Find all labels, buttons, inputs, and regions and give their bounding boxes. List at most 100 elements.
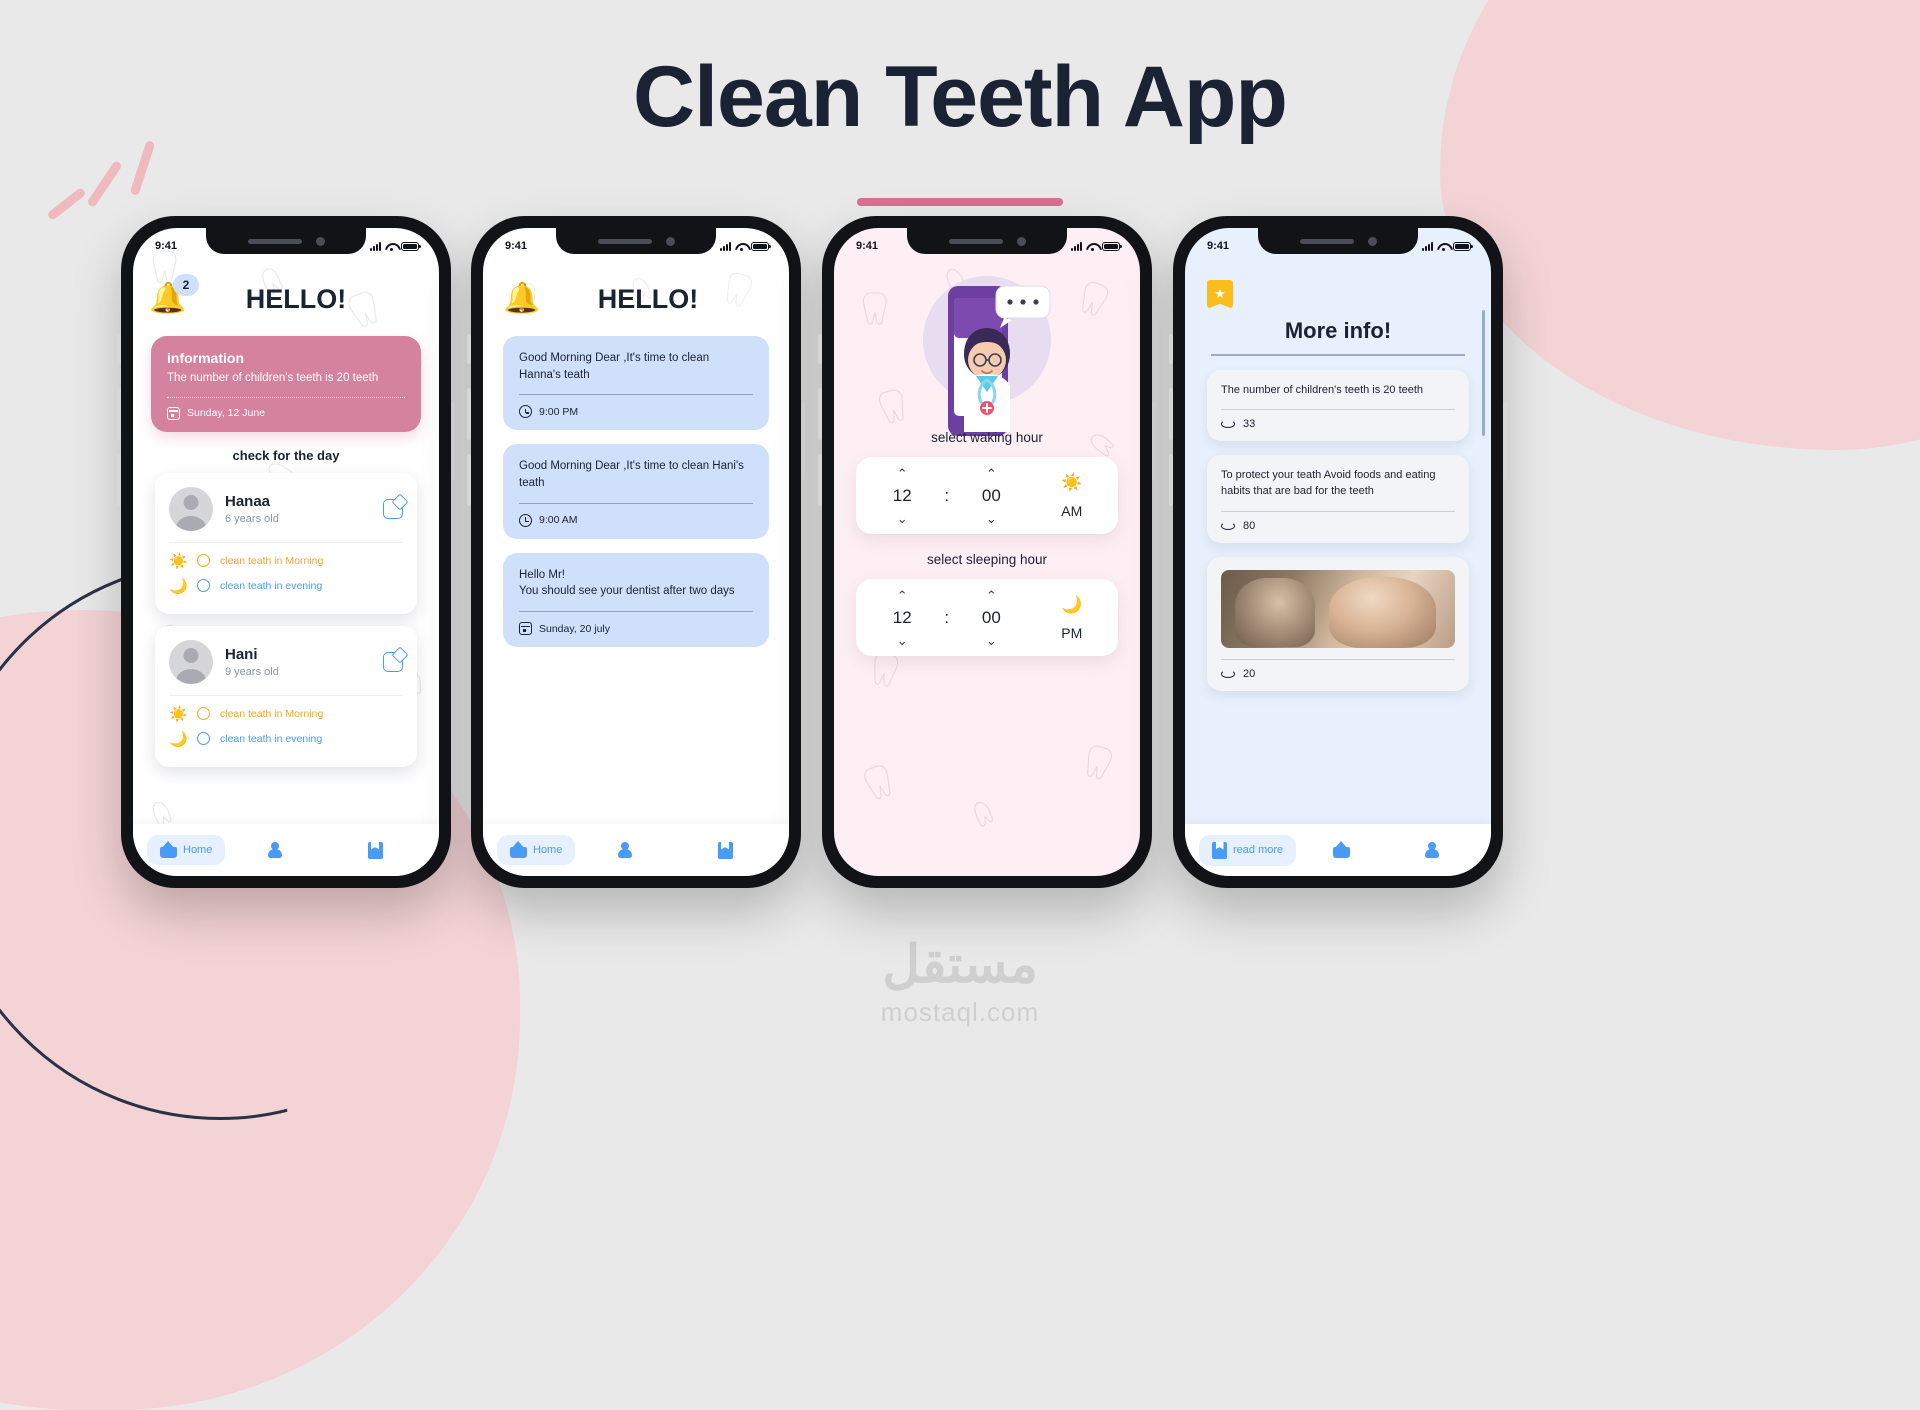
phone-notch <box>556 228 716 254</box>
notification-button[interactable]: 🔔 2 <box>149 274 199 322</box>
info-tile-with-photo[interactable]: 20 <box>1207 557 1469 692</box>
nav-item-home[interactable]: Home <box>497 835 576 865</box>
chevron-down-icon[interactable]: ⌄ <box>986 512 997 525</box>
scrollbar[interactable] <box>1482 310 1485 436</box>
greeting-title: HELLO! <box>597 283 699 314</box>
message-time: 9:00 PM <box>539 405 579 418</box>
phone-volume-up <box>117 388 121 440</box>
divider <box>169 694 403 696</box>
book-icon <box>367 841 383 859</box>
task-morning[interactable]: ☀️ clean teath in Morning <box>169 705 403 723</box>
message-card[interactable]: Good Morning Dear ,It's time to clean Ha… <box>503 444 769 539</box>
phone-mute-switch <box>818 334 822 364</box>
task-evening[interactable]: 🌙 clean teath in evening <box>169 730 403 748</box>
battery-icon <box>1102 241 1122 251</box>
edit-icon[interactable] <box>383 498 403 519</box>
sleeping-meridiem-value: PM <box>1061 625 1083 641</box>
kid-card[interactable]: Hanaa 6 years old ☀️ clean teath in Morn… <box>155 472 417 614</box>
phone-notch <box>206 228 366 254</box>
battery-icon <box>751 241 771 251</box>
task-evening[interactable]: 🌙 clean teath in evening <box>169 577 403 595</box>
greeting-title: HELLO! <box>245 283 347 314</box>
phone-power-button <box>451 402 455 480</box>
wifi-icon <box>385 242 397 251</box>
waking-meridiem-column[interactable]: ☀️ AM <box>1032 473 1112 519</box>
sleeping-minute-column[interactable]: ⌃ 00 ⌄ <box>951 589 1031 647</box>
nav-item-info[interactable] <box>325 841 425 859</box>
notification-button[interactable]: 🔔 <box>503 276 549 322</box>
signal-icon <box>720 241 731 251</box>
waking-hour-picker[interactable]: ⌃ 12 ⌄ : ⌃ 00 ⌄ ☀️ AM <box>856 457 1118 534</box>
kid-age: 9 years old <box>225 665 279 678</box>
task-checkbox[interactable] <box>197 707 210 721</box>
signal-icon <box>1422 241 1433 251</box>
message-meta: 9:00 PM <box>519 405 753 419</box>
waking-minute-value: 00 <box>981 486 1001 505</box>
divider <box>519 502 753 504</box>
task-checkbox[interactable] <box>197 732 210 746</box>
page-title: Clean Teeth App <box>633 49 1288 145</box>
info-tile[interactable]: To protect your teath Avoid foods and ea… <box>1207 455 1469 544</box>
front-camera <box>1367 236 1377 246</box>
nav-item-read-more-label: read more <box>1233 844 1284 856</box>
sleeping-meridiem-column[interactable]: 🌙 PM <box>1032 595 1112 641</box>
chevron-down-icon[interactable]: ⌄ <box>897 634 908 647</box>
user-icon <box>1424 842 1440 858</box>
nav-item-home-label: Home <box>183 844 213 856</box>
task-morning[interactable]: ☀️ clean teath in Morning <box>169 552 403 570</box>
info-tile[interactable]: The number of children's teeth is 20 tee… <box>1207 369 1469 442</box>
information-card[interactable]: information The number of children's tee… <box>151 336 421 432</box>
sleeping-hour-column[interactable]: ⌃ 12 ⌄ <box>862 589 942 647</box>
nav-item-profile[interactable] <box>575 842 675 858</box>
chevron-up-icon[interactable]: ⌃ <box>986 589 997 602</box>
nav-item-profile[interactable] <box>225 842 325 858</box>
information-card-date-text: Sunday, 12 June <box>187 407 266 420</box>
nav-item-read-more[interactable]: read more <box>1199 834 1297 866</box>
chevron-up-icon[interactable]: ⌃ <box>897 589 908 602</box>
nav-item-home[interactable] <box>1296 841 1386 858</box>
avatar <box>169 486 213 531</box>
nav-item-profile[interactable] <box>1387 842 1477 858</box>
information-card-body: The number of children's teeth is 20 tee… <box>167 372 379 384</box>
phone-mute-switch <box>467 334 471 364</box>
earpiece-speaker <box>948 238 1003 244</box>
edit-icon[interactable] <box>383 651 403 672</box>
kid-card[interactable]: Hani 9 years old ☀️ clean teath in Morni… <box>155 625 417 767</box>
phone-volume-down <box>467 454 471 506</box>
phone-mockup-home: 9:41 🔔 2 HELLO! information The number o… <box>117 216 455 888</box>
message-card[interactable]: Good Morning Dear ,It's time to clean Ha… <box>503 336 769 431</box>
task-checkbox[interactable] <box>197 579 210 593</box>
chevron-up-icon[interactable]: ⌃ <box>897 467 908 480</box>
info-tile-views-count: 80 <box>1243 520 1256 533</box>
chevron-down-icon[interactable]: ⌄ <box>897 512 908 525</box>
status-indicators <box>720 241 771 251</box>
waking-minute-column[interactable]: ⌃ 00 ⌄ <box>951 467 1031 525</box>
chevron-down-icon[interactable]: ⌄ <box>986 634 997 647</box>
waking-hour-column[interactable]: ⌃ 12 ⌄ <box>862 467 942 525</box>
message-text: Hello Mr! You should see your dentist af… <box>519 568 735 598</box>
nav-item-home[interactable]: Home <box>147 835 226 865</box>
bottom-navigation: Home <box>483 824 789 876</box>
divider <box>167 396 405 398</box>
nav-item-info[interactable] <box>675 841 775 859</box>
chevron-up-icon[interactable]: ⌃ <box>986 467 997 480</box>
divider <box>1221 511 1455 513</box>
sleeping-hour-picker[interactable]: ⌃ 12 ⌄ : ⌃ 00 ⌄ 🌙 PM <box>856 579 1118 656</box>
divider <box>519 394 753 396</box>
phone-volume-up <box>467 388 471 440</box>
status-indicators <box>1071 241 1122 251</box>
task-label: clean teath in Morning <box>220 554 324 567</box>
moon-icon: 🌙 <box>169 577 188 595</box>
notifications-header: 🔔 HELLO! <box>483 262 789 322</box>
task-label: clean teath in Morning <box>220 707 324 720</box>
waking-meridiem-value: AM <box>1061 503 1083 519</box>
task-checkbox[interactable] <box>197 554 210 568</box>
nav-item-home-label: Home <box>533 844 563 856</box>
divider <box>1221 659 1455 661</box>
eye-icon <box>1221 522 1235 531</box>
screen-home: 9:41 🔔 2 HELLO! information The number o… <box>133 228 439 876</box>
article-photo <box>1221 570 1455 649</box>
message-card[interactable]: Hello Mr! You should see your dentist af… <box>503 552 769 648</box>
phone-notch <box>1258 228 1418 254</box>
phone-volume-up <box>818 388 822 440</box>
